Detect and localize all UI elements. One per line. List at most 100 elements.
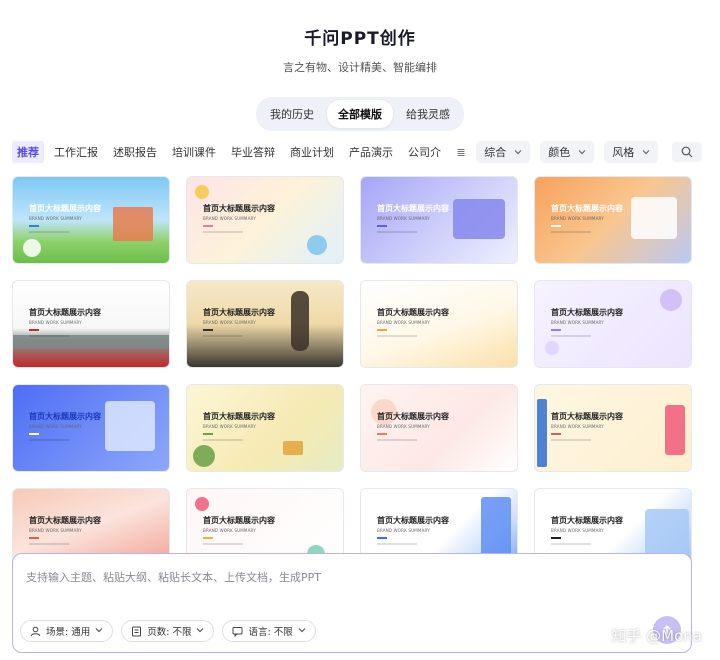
- template-card[interactable]: 首页大标题展示内容 BRAND WORK SUMMARY: [12, 280, 170, 368]
- card-decoration: [665, 405, 685, 455]
- prompt-input[interactable]: 支持输入主题、粘贴大纲、粘贴长文本、上传文档，生成PPT: [26, 569, 321, 585]
- card-title: 首页大标题展示内容: [551, 516, 623, 525]
- color-dropdown[interactable]: 颜色: [540, 141, 595, 163]
- card-accent-bar: [377, 329, 387, 331]
- card-subtitle: BRAND WORK SUMMARY: [551, 320, 604, 325]
- card-subtitle: BRAND WORK SUMMARY: [203, 424, 256, 429]
- style-dropdown[interactable]: 风格: [604, 141, 659, 163]
- page-count-selector-label: 页数: 不限: [147, 627, 192, 638]
- card-accent-bar: [203, 537, 213, 539]
- template-card[interactable]: 首页大标题展示内容 BRAND WORK SUMMARY: [534, 384, 692, 472]
- card-decoration: [283, 441, 303, 455]
- category-work-report[interactable]: 工作汇报: [49, 141, 103, 163]
- card-subtitle: BRAND WORK SUMMARY: [377, 528, 430, 533]
- chevron-down-icon: [514, 148, 522, 157]
- page-subtitle: 言之有物、设计精美、智能编排: [283, 61, 437, 74]
- category-business-plan[interactable]: 商业计划: [285, 141, 339, 163]
- template-card[interactable]: 首页大标题展示内容 BRAND WORK SUMMARY: [186, 384, 344, 472]
- card-decoration: [631, 197, 677, 239]
- card-decoration: [13, 335, 169, 349]
- scene-selector[interactable]: 场景: 通用: [20, 620, 114, 642]
- scene-selector-label: 场景: 通用: [46, 627, 91, 638]
- card-title: 首页大标题展示内容: [551, 308, 623, 317]
- card-subtitle: BRAND WORK SUMMARY: [551, 424, 604, 429]
- card-title: 首页大标题展示内容: [29, 412, 101, 421]
- card-subtitle: BRAND WORK SUMMARY: [377, 424, 430, 429]
- template-card[interactable]: 首页大标题展示内容 BRAND WORK SUMMARY: [360, 280, 518, 368]
- tab-inspiration[interactable]: 给我灵感: [395, 100, 461, 128]
- card-meta-line: [377, 231, 417, 233]
- template-card[interactable]: 首页大标题展示内容 BRAND WORK SUMMARY: [534, 280, 692, 368]
- card-accent-bar: [551, 329, 561, 331]
- language-selector[interactable]: 语言: 不限: [222, 620, 316, 642]
- category-training[interactable]: 培训课件: [167, 141, 221, 163]
- page-count-selector[interactable]: 页数: 不限: [121, 620, 215, 642]
- card-accent-bar: [377, 225, 387, 227]
- card-title: 首页大标题展示内容: [203, 516, 275, 525]
- card-meta-line: [203, 439, 243, 441]
- card-accent-bar: [29, 329, 39, 331]
- card-decoration: [291, 291, 309, 351]
- card-decoration: [193, 445, 215, 467]
- card-accent-bar: [551, 537, 561, 539]
- card-accent-bar: [203, 329, 213, 331]
- card-meta-line: [551, 439, 591, 441]
- card-decoration: [307, 235, 327, 255]
- category-job-review[interactable]: 述职报告: [108, 141, 162, 163]
- card-meta-line: [29, 439, 69, 441]
- template-grid: 首页大标题展示内容 BRAND WORK SUMMARY 首页大标题展示内容 BRAN…: [12, 176, 694, 576]
- template-card[interactable]: 首页大标题展示内容 BRAND WORK SUMMARY: [360, 384, 518, 472]
- card-subtitle: BRAND WORK SUMMARY: [29, 424, 82, 429]
- card-subtitle: BRAND WORK SUMMARY: [29, 216, 82, 221]
- search-button[interactable]: [672, 142, 702, 162]
- category-company-intro[interactable]: 公司介: [403, 141, 446, 163]
- card-title: 首页大标题展示内容: [29, 308, 101, 317]
- card-title: 首页大标题展示内容: [29, 204, 101, 213]
- card-accent-bar: [203, 433, 213, 435]
- card-title: 首页大标题展示内容: [203, 412, 275, 421]
- card-decoration: [453, 199, 505, 239]
- card-accent-bar: [29, 433, 39, 435]
- card-decoration: [545, 341, 559, 355]
- template-card[interactable]: 首页大标题展示内容 BRAND WORK SUMMARY: [12, 176, 170, 264]
- color-dropdown-label: 颜色: [548, 146, 571, 159]
- card-title: 首页大标题展示内容: [203, 308, 275, 317]
- card-title: 首页大标题展示内容: [377, 308, 449, 317]
- category-recommended[interactable]: 推荐: [12, 141, 44, 163]
- card-accent-bar: [377, 537, 387, 539]
- category-product-demo[interactable]: 产品演示: [344, 141, 398, 163]
- card-meta-line: [377, 543, 417, 545]
- card-accent-bar: [377, 433, 387, 435]
- category-bar: 推荐 工作汇报 述职报告 培训课件 毕业答辩 商业计划 产品演示 公司介 ≣ 综…: [12, 141, 702, 163]
- card-meta-line: [203, 543, 243, 545]
- card-title: 首页大标题展示内容: [551, 412, 623, 421]
- template-card[interactable]: 首页大标题展示内容 BRAND WORK SUMMARY: [534, 176, 692, 264]
- template-card[interactable]: 首页大标题展示内容 BRAND WORK SUMMARY: [360, 176, 518, 264]
- sort-dropdown[interactable]: 综合: [476, 141, 531, 163]
- card-subtitle: BRAND WORK SUMMARY: [203, 320, 256, 325]
- chevron-down-icon: [578, 148, 586, 157]
- card-subtitle: BRAND WORK SUMMARY: [203, 216, 256, 221]
- template-card[interactable]: 首页大标题展示内容 BRAND WORK SUMMARY: [186, 280, 344, 368]
- tab-all-templates[interactable]: 全部模版: [327, 100, 393, 128]
- page-header: 千问PPT创作 言之有物、设计精美、智能编排 我的历史 全部模版 给我灵感: [0, 0, 720, 131]
- language-selector-label: 语言: 不限: [248, 627, 293, 638]
- sort-dropdown-label: 综合: [484, 146, 507, 159]
- prompt-composer[interactable]: 支持输入主题、粘贴大纲、粘贴长文本、上传文档，生成PPT 场景: 通用 页数: …: [12, 553, 692, 653]
- card-subtitle: BRAND WORK SUMMARY: [377, 320, 430, 325]
- card-accent-bar: [551, 433, 561, 435]
- card-title: 首页大标题展示内容: [377, 412, 449, 421]
- template-card[interactable]: 首页大标题展示内容 BRAND WORK SUMMARY: [12, 384, 170, 472]
- card-accent-bar: [203, 225, 213, 227]
- card-accent-bar: [551, 225, 561, 227]
- category-more-icon[interactable]: ≣: [456, 146, 470, 159]
- card-subtitle: BRAND WORK SUMMARY: [29, 528, 82, 533]
- card-subtitle: BRAND WORK SUMMARY: [551, 528, 604, 533]
- search-icon: [681, 146, 693, 158]
- card-title: 首页大标题展示内容: [377, 204, 449, 213]
- category-graduation[interactable]: 毕业答辩: [226, 141, 280, 163]
- tab-my-history[interactable]: 我的历史: [259, 100, 325, 128]
- card-meta-line: [29, 335, 69, 337]
- card-subtitle: BRAND WORK SUMMARY: [203, 528, 256, 533]
- template-card[interactable]: 首页大标题展示内容 BRAND WORK SUMMARY: [186, 176, 344, 264]
